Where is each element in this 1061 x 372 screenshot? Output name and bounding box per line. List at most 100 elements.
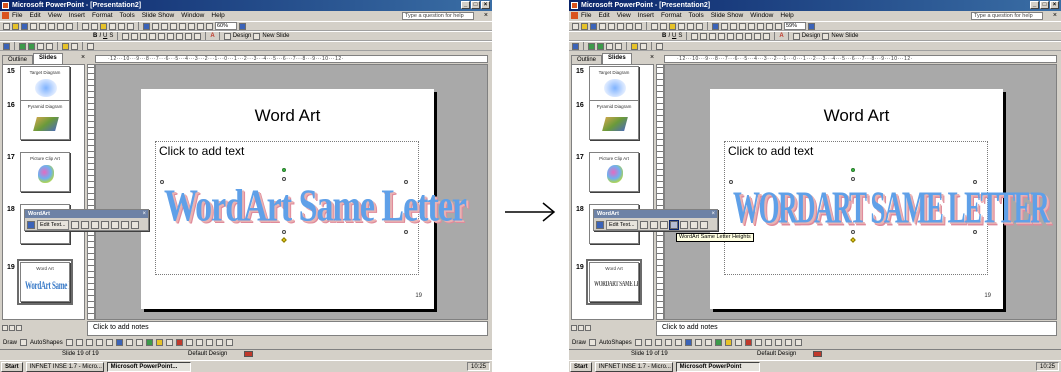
3d-style-icon[interactable] [794, 339, 802, 346]
draw-menu[interactable]: Draw [3, 339, 17, 347]
autoshapes-menu[interactable]: AutoShapes [30, 339, 63, 347]
select-objects-icon[interactable] [589, 339, 597, 346]
alignment-icon[interactable] [120, 221, 129, 229]
previous-item-icon[interactable] [19, 42, 26, 50]
rectangle-icon[interactable] [654, 339, 662, 346]
menu-help[interactable]: Help [780, 11, 793, 21]
numbering-icon[interactable] [149, 32, 157, 40]
tables-borders-icon[interactable] [730, 22, 737, 30]
spelling-icon[interactable] [66, 22, 73, 30]
vertical-text-icon[interactable] [679, 221, 688, 229]
restore-button[interactable]: □ [1040, 1, 1049, 9]
oval-icon[interactable] [95, 339, 103, 346]
tab-slides[interactable]: Slides [33, 53, 63, 64]
menu-slide-show[interactable]: Slide Show [142, 11, 175, 21]
expand-all-icon[interactable] [179, 22, 186, 30]
reviewers-icon[interactable] [3, 42, 10, 50]
italic-icon[interactable]: I [99, 32, 101, 40]
picture-icon[interactable] [714, 339, 722, 346]
slideshow-icon[interactable] [585, 325, 591, 331]
show-formatting-icon[interactable] [757, 22, 764, 30]
notes-pane[interactable]: Click to add notes [656, 321, 1057, 336]
menu-slide-show[interactable]: Slide Show [711, 11, 744, 21]
slide-title[interactable]: Word Art [710, 106, 1003, 126]
slide-thumbnail-selected[interactable]: Word Art WORDART SAME LETTER [586, 259, 642, 305]
unapply-icon[interactable] [46, 42, 53, 50]
wordart-shape-icon[interactable] [659, 221, 668, 229]
shadow-style-icon[interactable] [784, 339, 792, 346]
rotate-handle[interactable] [851, 168, 855, 172]
edit-text-button[interactable]: Edit Text... [37, 220, 69, 230]
numbering-icon[interactable] [718, 32, 726, 40]
copy-icon[interactable] [91, 22, 98, 30]
thumbnail-row[interactable]: 19 Word Art WORDART SAME LETTER [572, 259, 653, 311]
normal-view-icon[interactable] [571, 325, 577, 331]
alignment-icon[interactable] [689, 221, 698, 229]
taskbar-item[interactable]: INFNET INSE 1.7 - Micro... [594, 361, 673, 372]
thumbnail-row[interactable]: 17 Picture Clip Art [3, 151, 84, 201]
format-wordart-icon[interactable] [80, 221, 89, 229]
fill-color-icon[interactable] [724, 339, 732, 346]
cut-icon[interactable] [82, 22, 89, 30]
print-preview-icon[interactable] [57, 22, 64, 30]
restore-button[interactable]: □ [471, 1, 480, 9]
close-window-icon[interactable]: × [484, 11, 488, 21]
vertical-text-icon[interactable] [110, 221, 119, 229]
arrow-icon[interactable] [75, 339, 83, 346]
menu-file[interactable]: File [581, 11, 591, 21]
zoom-select[interactable]: 60% [215, 22, 237, 30]
next-item-icon[interactable] [28, 42, 35, 50]
font-color-icon[interactable] [175, 339, 183, 346]
character-spacing-icon[interactable] [699, 221, 708, 229]
text-box-icon[interactable] [105, 339, 113, 346]
edit-text-button[interactable]: Edit Text... [606, 220, 638, 230]
print-icon[interactable] [617, 22, 624, 30]
insert-wordart-icon[interactable] [115, 339, 123, 346]
dash-style-icon[interactable] [195, 339, 203, 346]
save-icon[interactable] [21, 22, 28, 30]
line-color-icon[interactable] [734, 339, 742, 346]
menu-edit[interactable]: Edit [29, 11, 40, 21]
close-button[interactable]: × [1050, 1, 1059, 9]
font-color-icon[interactable]: A [779, 32, 783, 40]
thumbnail-row[interactable]: 19 Word Art WordArt Same Letter [3, 259, 84, 311]
close-icon[interactable]: × [711, 210, 715, 218]
thumbnail-row[interactable]: 15 Target Diagram [3, 65, 84, 106]
taskbar-item[interactable]: INFNET INSE 1.7 - Micro... [25, 361, 104, 372]
shadow-icon[interactable]: S [109, 32, 113, 40]
clip-art-icon[interactable] [704, 339, 712, 346]
menu-insert[interactable]: Insert [69, 11, 85, 21]
select-objects-icon[interactable] [20, 339, 28, 346]
undo-icon[interactable] [687, 22, 694, 30]
menu-tools[interactable]: Tools [120, 11, 135, 21]
open-icon[interactable] [12, 22, 19, 30]
wordart-shape-icon[interactable] [90, 221, 99, 229]
menu-help[interactable]: Help [211, 11, 224, 21]
content-placeholder[interactable]: Click to add text WordArt Same Letter [155, 141, 467, 275]
rectangle-icon[interactable] [85, 339, 93, 346]
menu-tools[interactable]: Tools [689, 11, 704, 21]
format-painter-icon[interactable] [109, 22, 116, 30]
center-icon[interactable] [700, 32, 708, 40]
show-formatting-icon[interactable] [188, 22, 195, 30]
redo-icon[interactable] [127, 22, 134, 30]
insert-wordart-icon[interactable] [27, 221, 35, 229]
paste-icon[interactable] [669, 22, 676, 30]
grid-icon[interactable] [766, 22, 773, 30]
decrease-indent-icon[interactable] [185, 32, 193, 40]
align-left-icon[interactable] [122, 32, 130, 40]
menu-file[interactable]: File [12, 11, 22, 21]
insert-comment-icon[interactable] [631, 42, 638, 50]
slide-thumbnail[interactable]: Picture Clip Art [589, 152, 639, 192]
slide-thumbnail[interactable]: Pyramid Diagram [20, 100, 70, 140]
shadow-icon[interactable]: S [678, 32, 682, 40]
content-placeholder[interactable]: Click to add text WordArt Same Letter [724, 141, 1050, 275]
email-icon[interactable] [39, 22, 46, 30]
minimize-button[interactable]: _ [1030, 1, 1039, 9]
line-style-icon[interactable] [185, 339, 193, 346]
slide-thumbnail[interactable]: Pyramid Diagram [589, 100, 639, 140]
align-right-icon[interactable] [140, 32, 148, 40]
arrow-style-icon[interactable] [205, 339, 213, 346]
tables-borders-icon[interactable] [161, 22, 168, 30]
autoshapes-menu[interactable]: AutoShapes [599, 339, 632, 347]
